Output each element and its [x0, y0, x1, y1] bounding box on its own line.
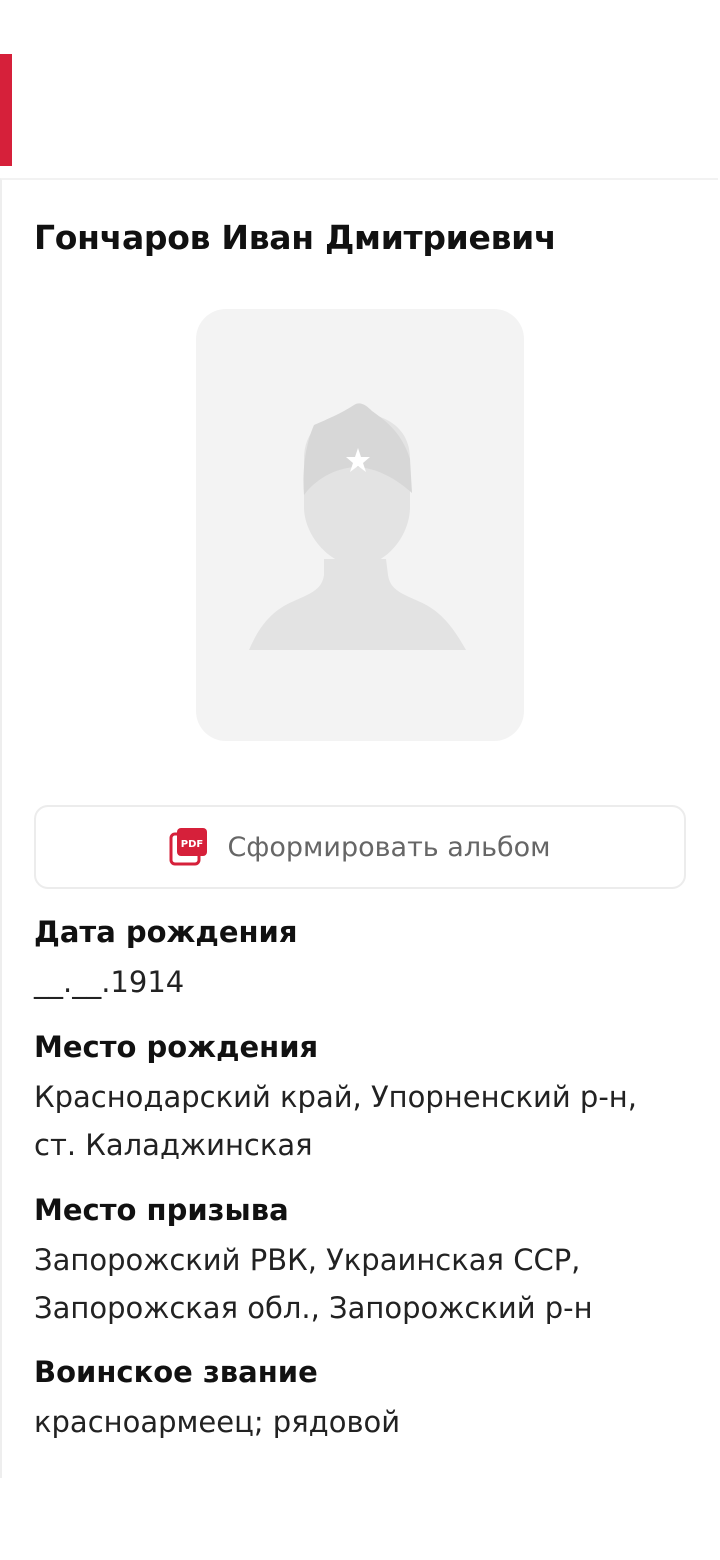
pdf-icon: PDF: [169, 828, 208, 866]
generate-album-button[interactable]: PDF Сформировать альбом: [34, 805, 686, 889]
field-value: Краснодарский край, Упорненский р-н, ст.…: [34, 1080, 637, 1162]
pdf-icon-text: PDF: [181, 839, 203, 850]
field-birth-date: Дата рождения __.__.1914: [34, 912, 674, 1006]
field-title: Место призыва: [34, 1193, 289, 1227]
photo-placeholder: [196, 309, 524, 741]
field-value: Запорожский РВК, Украинская ССР, Запорож…: [34, 1243, 593, 1325]
field-conscription-place: Место призыва Запорожский РВК, Украинска…: [34, 1190, 674, 1332]
field-title: Дата рождения: [34, 915, 298, 949]
field-value: __.__.1914: [34, 965, 185, 999]
generate-album-label: Сформировать альбом: [227, 831, 551, 863]
field-value: красноармеец; рядовой: [34, 1405, 401, 1439]
field-birth-place: Место рождения Краснодарский край, Упорн…: [34, 1027, 674, 1169]
header-accent-strip: [0, 54, 12, 166]
soldier-silhouette-icon: [249, 403, 466, 650]
field-title: Воинское звание: [34, 1355, 318, 1389]
person-name: Гончаров Иван Дмитриевич: [34, 218, 557, 257]
field-military-rank: Воинское звание красноармеец; рядовой: [34, 1352, 674, 1446]
field-title: Место рождения: [34, 1030, 319, 1064]
